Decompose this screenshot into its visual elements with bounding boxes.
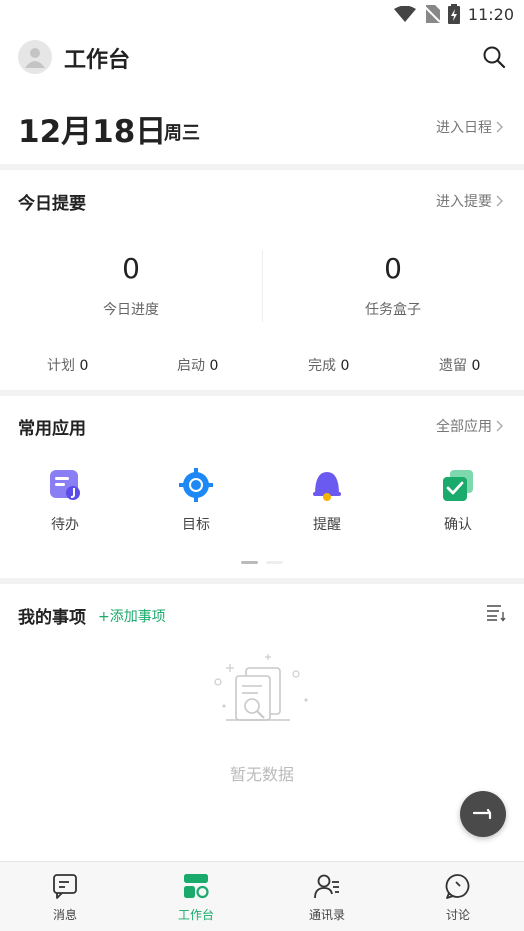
floating-action-button[interactable]: [460, 791, 506, 837]
tab-workbench-label: 工作台: [177, 908, 214, 922]
all-apps-link[interactable]: 全部应用: [436, 416, 504, 436]
tab-contacts[interactable]: 通讯录: [287, 872, 367, 923]
current-date: 12月18日: [18, 114, 167, 150]
count-plan-value: 0: [79, 358, 89, 374]
summary-card: 今日提要 进入提要 0 今日进度 0 任务盒子 计划 0 启动 0 完成 0 遗…: [0, 170, 524, 390]
count-start-value: 0: [209, 358, 219, 374]
app-confirm[interactable]: 确认: [423, 468, 493, 534]
pager-dot-active: [241, 561, 258, 564]
contacts-icon: [314, 874, 339, 899]
all-apps-label: 全部应用: [436, 419, 492, 435]
sort-list-icon[interactable]: [486, 604, 506, 622]
enter-schedule-label: 进入日程: [436, 120, 492, 136]
app-header: 工作台: [0, 28, 524, 90]
stat-divider: [262, 250, 263, 322]
task-box[interactable]: 0 任务盒子: [328, 252, 458, 319]
target-icon: [179, 468, 213, 502]
count-done-label: 完成: [308, 358, 336, 374]
discussion-icon: [445, 874, 470, 899]
apps-pager: [241, 561, 283, 564]
tab-contacts-label: 通讯录: [308, 908, 345, 922]
status-bar: 11:20: [0, 0, 524, 28]
empty-state-illustration-icon: [214, 654, 308, 721]
count-done-value: 0: [340, 358, 350, 374]
collapse-arrow-icon: [472, 808, 492, 820]
task-box-value: 0: [384, 252, 402, 285]
tab-discussion[interactable]: 讨论: [418, 872, 498, 923]
message-icon: [53, 874, 77, 899]
app-todo-label: 待办: [51, 517, 79, 533]
enter-summary-label: 进入提要: [436, 194, 492, 210]
count-done[interactable]: 完成 0: [308, 355, 349, 375]
today-progress[interactable]: 0 今日进度: [66, 252, 196, 319]
page-title: 工作台: [64, 48, 131, 73]
count-leftover-label: 遗留: [439, 358, 467, 374]
search-icon[interactable]: [482, 45, 506, 69]
add-item-button[interactable]: +添加事项: [98, 606, 166, 626]
app-target-label: 目标: [182, 517, 210, 533]
count-leftover-value: 0: [471, 358, 481, 374]
count-start[interactable]: 启动 0: [177, 355, 218, 375]
status-time: 11:20: [467, 4, 514, 24]
today-progress-label: 今日进度: [103, 302, 159, 318]
today-progress-value: 0: [122, 252, 140, 285]
my-items-title: 我的事项: [18, 608, 86, 628]
count-leftover[interactable]: 遗留 0: [439, 355, 480, 375]
app-target[interactable]: 目标: [161, 468, 231, 534]
bell-icon: [313, 472, 341, 501]
todo-icon: [50, 470, 80, 500]
tab-workbench[interactable]: 工作台: [156, 872, 236, 923]
count-start-label: 启动: [177, 358, 205, 374]
chevron-right-icon: [496, 195, 503, 207]
tab-discussion-label: 讨论: [445, 908, 470, 922]
app-todo[interactable]: 待办: [30, 468, 100, 534]
battery-charging-icon: [447, 4, 460, 24]
chevron-right-icon: [496, 121, 503, 133]
current-weekday: 周三: [164, 123, 200, 144]
chevron-right-icon: [496, 420, 503, 432]
avatar[interactable]: [18, 40, 52, 74]
bottom-tab-bar: 消息 工作台 通讯录 讨论: [0, 861, 524, 931]
date-bar: 12月18日 周三 进入日程: [0, 90, 524, 164]
workbench-icon: [184, 874, 209, 899]
count-plan[interactable]: 计划 0: [47, 355, 88, 375]
app-reminder[interactable]: 提醒: [292, 468, 362, 534]
wifi-icon: [393, 6, 416, 22]
tab-messages[interactable]: 消息: [25, 872, 105, 923]
pager-dot: [266, 561, 283, 564]
tab-messages-label: 消息: [52, 908, 77, 922]
app-reminder-label: 提醒: [313, 517, 341, 533]
user-icon: [25, 48, 45, 68]
app-confirm-label: 确认: [444, 517, 472, 533]
enter-schedule-link[interactable]: 进入日程: [436, 117, 504, 137]
count-plan-label: 计划: [47, 358, 75, 374]
apps-card: 常用应用 全部应用 待办 目标 提醒 确认: [0, 396, 524, 578]
enter-summary-link[interactable]: 进入提要: [436, 191, 504, 211]
no-sim-icon: [423, 5, 440, 23]
task-box-label: 任务盒子: [365, 302, 421, 318]
apps-title: 常用应用: [18, 419, 86, 439]
empty-state-text: 暂无数据: [229, 765, 294, 784]
summary-title: 今日提要: [18, 194, 86, 214]
confirm-icon: [443, 470, 473, 501]
my-items-card: 我的事项 +添加事项 暂无数据: [0, 584, 524, 861]
